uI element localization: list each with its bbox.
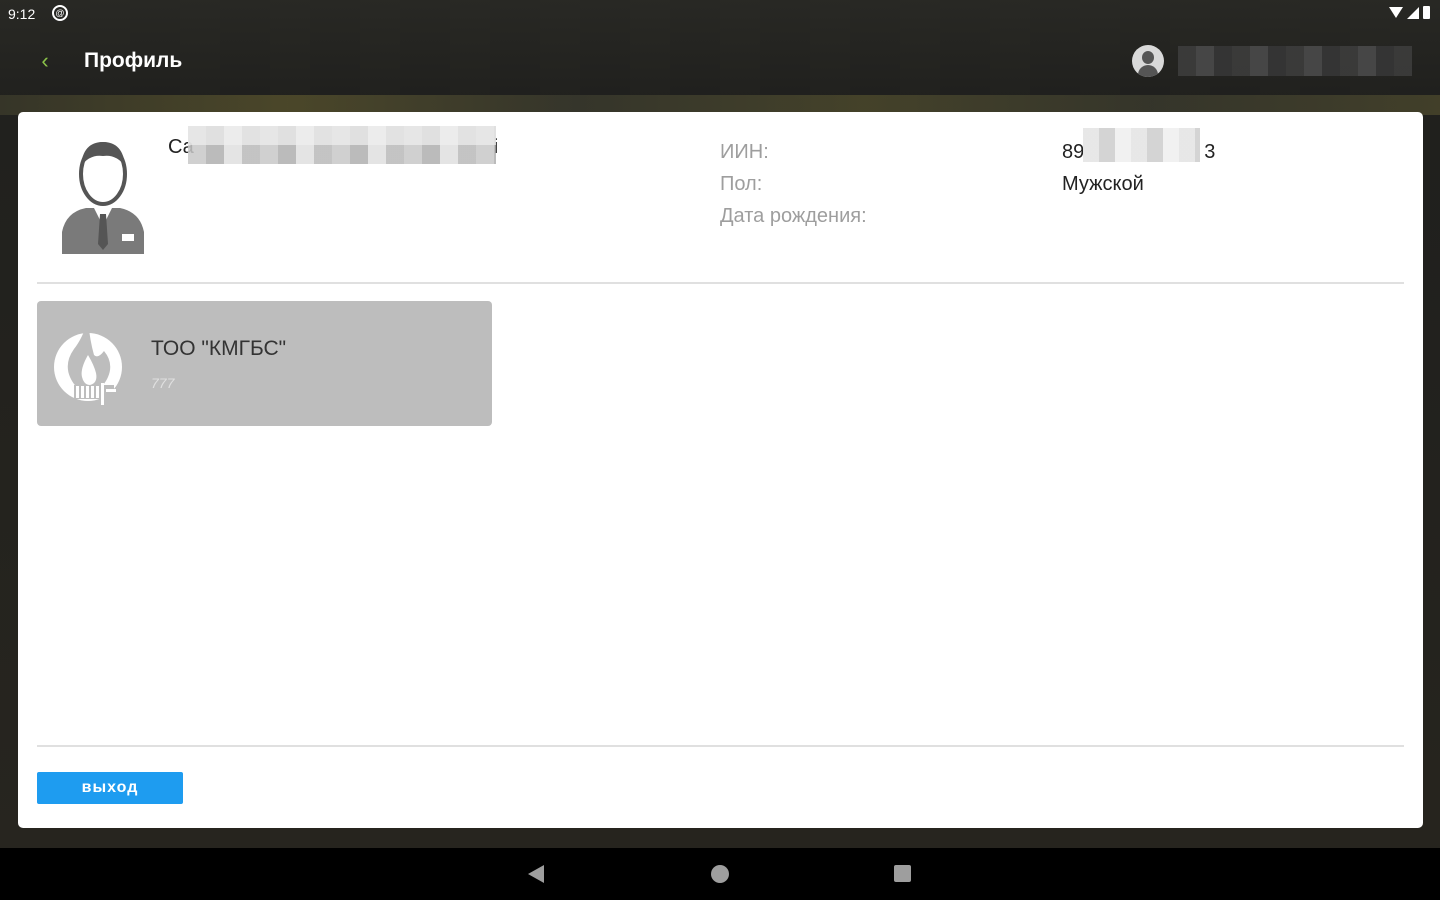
birthdate-label: Дата рождения: (720, 205, 867, 227)
gender-label: Пол: (720, 173, 763, 195)
account-avatar-icon[interactable] (1132, 45, 1164, 77)
user-name-redacted (188, 126, 496, 164)
divider (37, 282, 1404, 284)
system-icons (1389, 6, 1430, 19)
iin-value-prefix: 89 (1062, 141, 1085, 163)
iin-value-suffix: 3 (1204, 141, 1216, 163)
organization-name: ТОО "КМГБС" (151, 337, 287, 360)
circle-at-icon: @ (52, 5, 68, 21)
organization-code: 777 (151, 375, 175, 391)
iin-label: ИИН: (720, 141, 769, 163)
wifi-icon (1389, 7, 1403, 18)
signal-icon (1407, 6, 1419, 19)
home-circle-icon[interactable] (711, 865, 729, 883)
status-bar: 9:12 @ (0, 0, 1440, 28)
logout-button[interactable]: выход (37, 772, 183, 804)
app-toolbar: ‹ Профиль (0, 28, 1440, 98)
iin-redacted (1083, 128, 1200, 162)
organization-card[interactable]: ТОО "КМГБС" 777 (37, 301, 492, 426)
user-avatar-icon (62, 142, 144, 254)
status-time: 9:12 (8, 6, 36, 22)
back-triangle-icon[interactable] (528, 865, 544, 883)
flame-drop-logo-icon (54, 321, 122, 405)
account-name-redacted (1178, 46, 1412, 76)
system-nav-bar (0, 848, 1440, 900)
chevron-left-icon: ‹ (41, 48, 49, 73)
gender-value: Мужской (1062, 173, 1144, 195)
divider (37, 745, 1404, 747)
back-button[interactable]: ‹ (30, 46, 60, 76)
page-title: Профиль (84, 49, 183, 72)
recents-square-icon[interactable] (894, 865, 911, 882)
battery-icon (1423, 6, 1430, 19)
info-labels: ИИН: Пол: Дата рождения: (720, 136, 867, 232)
profile-card: Са і ИИН: Пол: Дата рождения: 89 3 Мужской… (18, 112, 1423, 828)
